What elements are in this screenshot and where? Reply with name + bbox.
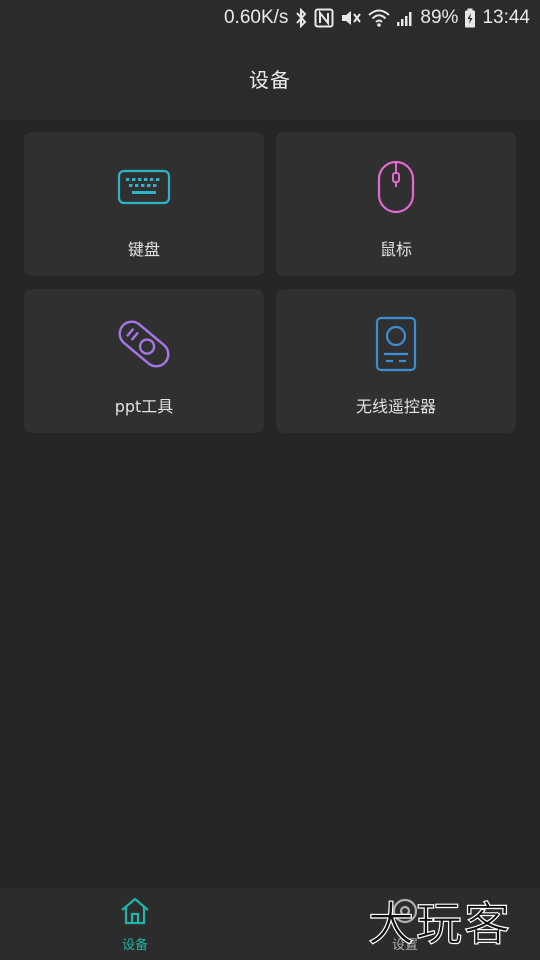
keyboard-icon (117, 158, 171, 216)
nfc-icon (314, 8, 334, 28)
device-grid: 键盘 鼠标 ppt工具 无线遥控器 (24, 132, 516, 433)
app-header: 设备 (0, 36, 540, 120)
home-icon (119, 896, 151, 930)
remote-control-icon (375, 315, 417, 373)
ppt-remote-icon (114, 315, 174, 373)
device-card-ppt[interactable]: ppt工具 (24, 289, 264, 433)
network-speed: 0.60K/s (223, 7, 289, 28)
device-label: 键盘 (127, 240, 160, 259)
app-screen: 0.60K/s 89% 13:44 设备 键盘 鼠标 ppt工具 无线遥控器 设… (0, 0, 540, 960)
mouse-icon (376, 158, 416, 216)
clock: 13:44 (482, 7, 530, 28)
mute-icon (340, 8, 362, 28)
battery-percent: 89% (420, 7, 459, 28)
device-label: 无线遥控器 (355, 397, 436, 416)
svg-text:大玩客: 大玩客 (368, 897, 512, 951)
device-card-remote[interactable]: 无线遥控器 (276, 289, 516, 433)
device-label: ppt工具 (114, 397, 174, 416)
status-bar: 0.60K/s 89% 13:44 (0, 0, 540, 36)
nav-label: 设备 (121, 937, 148, 953)
watermark-logo: 大玩客 (366, 890, 536, 954)
nav-tab-devices[interactable]: 设备 (0, 888, 270, 960)
battery-icon (464, 8, 476, 28)
page-title: 设备 (249, 67, 291, 92)
bluetooth-icon (294, 8, 308, 28)
wifi-icon (368, 8, 391, 28)
signal-icon (396, 8, 414, 28)
device-card-keyboard[interactable]: 键盘 (24, 132, 264, 276)
device-card-mouse[interactable]: 鼠标 (276, 132, 516, 276)
device-label: 鼠标 (379, 240, 412, 259)
